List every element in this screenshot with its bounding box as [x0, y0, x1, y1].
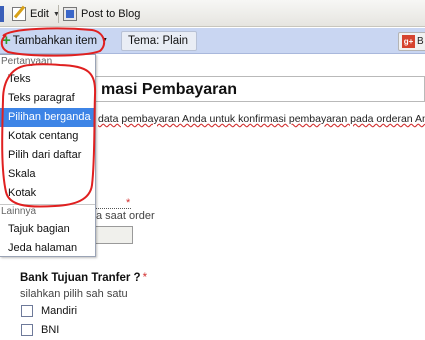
- checkbox-option-mandiri[interactable]: Mandiri: [21, 305, 77, 317]
- google-plus-icon: g+: [402, 35, 415, 48]
- option-label: BNI: [41, 324, 60, 336]
- checkbox-option-bni[interactable]: BNI: [21, 324, 59, 336]
- checkbox[interactable]: [21, 305, 33, 317]
- menu-item-grid[interactable]: Kotak: [0, 184, 95, 203]
- menu-item-page-break[interactable]: Jeda halaman: [0, 239, 95, 258]
- answer-input[interactable]: [93, 226, 133, 244]
- form-description-text: data pembayaran Anda untuk konfirmasi pe…: [98, 113, 425, 125]
- plus-icon: +: [2, 32, 11, 49]
- add-item-menu: Pertanyaan Teks Teks paragraf Pilihan be…: [0, 54, 96, 257]
- google-plus-button[interactable]: g+ B: [398, 32, 425, 51]
- post-to-blog-button[interactable]: Post to Blog: [63, 6, 140, 22]
- menu-item-multiple-choice[interactable]: Pilihan berganda: [0, 108, 95, 127]
- option-label: Mandiri: [41, 305, 78, 317]
- question-help-text: a saat order: [96, 210, 155, 222]
- menu-section-other: Lainnya: [1, 206, 37, 217]
- menu-item-checkboxes[interactable]: Kotak centang: [0, 127, 95, 146]
- question-title: Bank Tujuan Tranfer ? *: [20, 272, 147, 284]
- chevron-down-icon: ▼: [101, 37, 109, 44]
- field-underline: [95, 208, 131, 209]
- form-editor-bar: + Tambahkan item ▼ Tema: Plain g+ B: [0, 28, 425, 54]
- required-mark: *: [142, 272, 148, 284]
- menu-item-paragraph-text[interactable]: Teks paragraf: [0, 89, 95, 108]
- toolbar-divider: [58, 5, 59, 23]
- checkbox[interactable]: [21, 324, 33, 336]
- menu-item-section-header[interactable]: Tajuk bagian: [0, 220, 95, 239]
- menu-item-choose-from-list[interactable]: Pilih dari daftar: [0, 146, 95, 165]
- browser-toolbar: Edit ▼ Post to Blog: [0, 0, 425, 27]
- toolbar-edge-icon: [0, 6, 4, 22]
- edit-label: Edit: [30, 8, 49, 20]
- question-title-text: Bank Tujuan Tranfer ?: [20, 272, 141, 284]
- add-item-label: Tambahkan item: [12, 34, 98, 47]
- theme-label: Tema: Plain: [128, 35, 189, 47]
- menu-item-text[interactable]: Teks: [0, 70, 95, 89]
- blog-icon: [63, 7, 77, 21]
- menu-divider: [0, 204, 95, 205]
- edit-icon: [12, 7, 26, 21]
- menu-section-questions: Pertanyaan: [1, 56, 53, 67]
- menu-item-scale[interactable]: Skala: [0, 165, 95, 184]
- post-to-blog-label: Post to Blog: [81, 8, 141, 20]
- theme-button[interactable]: Tema: Plain: [121, 31, 197, 51]
- google-plus-label: B: [417, 36, 424, 47]
- question-help: silahkan pilih sah satu: [20, 288, 128, 300]
- add-item-button[interactable]: + Tambahkan item ▼: [0, 31, 112, 50]
